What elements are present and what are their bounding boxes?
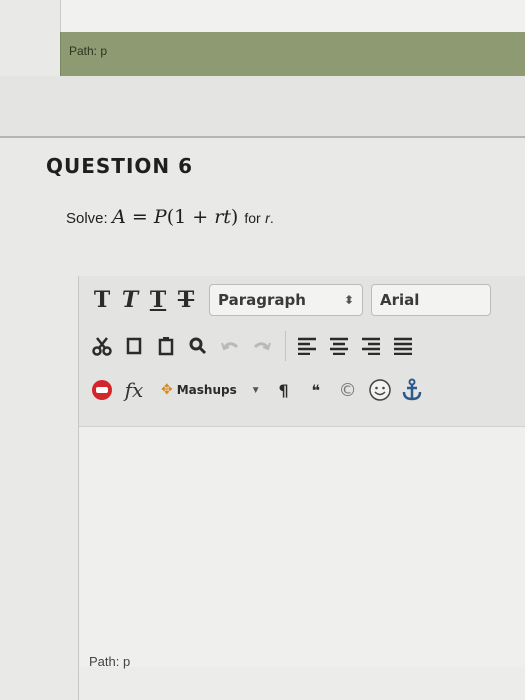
question-text: Solve: A = P(1 + rt) for r.	[66, 206, 274, 228]
quote-icon[interactable]: ❝	[301, 375, 331, 405]
font-select-value: Arial	[380, 291, 420, 309]
question-title: QUESTION 6	[46, 154, 194, 178]
answer-editor: T T T T Paragraph ⬍ Arial fx ✥ Mashups ▼…	[78, 276, 525, 700]
toolbar-row-2	[79, 328, 420, 364]
copy-icon[interactable]	[119, 331, 149, 361]
emoticon-icon[interactable]	[365, 375, 395, 405]
editor-toolbar: T T T T Paragraph ⬍ Arial fx ✥ Mashups ▼…	[79, 276, 525, 426]
pilcrow-icon[interactable]: ¶	[269, 375, 299, 405]
question-tail: for	[244, 210, 261, 226]
equation-p: P	[153, 206, 167, 228]
undo-icon[interactable]	[215, 331, 245, 361]
previous-path-label: Path: p	[69, 44, 108, 58]
mashups-icon: ✥	[161, 382, 173, 398]
equation-close: )	[230, 206, 239, 228]
mashups-button[interactable]: ✥ Mashups	[155, 375, 243, 405]
previous-editor-path-bar: Path: p	[60, 32, 525, 76]
spellcheck-icon[interactable]	[87, 375, 117, 405]
question-period: .	[269, 210, 274, 226]
equation: A = P(1 + rt)	[112, 206, 244, 228]
redo-icon[interactable]	[247, 331, 277, 361]
select-arrows-icon: ⬍	[343, 293, 354, 307]
toolbar-row-1: T T T T Paragraph ⬍ Arial	[79, 282, 491, 318]
toolbar-separator	[285, 331, 286, 361]
align-right-icon[interactable]	[356, 331, 386, 361]
find-icon[interactable]	[183, 331, 213, 361]
paste-icon[interactable]	[151, 331, 181, 361]
equation-rt: rt	[214, 206, 231, 228]
equation-equals: =	[125, 206, 154, 228]
editor-path-label: Path: p	[89, 654, 131, 669]
bold-button[interactable]: T	[89, 285, 115, 315]
paragraph-select[interactable]: Paragraph ⬍	[209, 284, 363, 316]
math-equation-icon[interactable]: fx	[119, 375, 149, 405]
italic-button[interactable]: T	[117, 285, 143, 315]
strikethrough-button[interactable]: T	[173, 285, 199, 315]
mashups-dropdown-icon[interactable]: ▼	[251, 385, 261, 396]
toolbar-row-3: fx ✥ Mashups ▼ ¶ ❝ ©	[79, 372, 429, 408]
align-center-icon[interactable]	[324, 331, 354, 361]
align-left-icon[interactable]	[292, 331, 322, 361]
anchor-icon[interactable]	[397, 375, 427, 405]
editor-content-area[interactable]	[79, 426, 525, 667]
font-family-select[interactable]: Arial	[371, 284, 491, 316]
align-justify-icon[interactable]	[388, 331, 418, 361]
underline-button[interactable]: T	[145, 285, 171, 315]
mashups-label: Mashups	[176, 383, 237, 397]
copyright-icon[interactable]: ©	[333, 375, 363, 405]
cut-icon[interactable]	[87, 331, 117, 361]
equation-lhs: A	[112, 206, 126, 228]
section-gap	[0, 76, 525, 136]
paragraph-select-value: Paragraph	[218, 291, 306, 309]
equation-paren: (1 +	[166, 206, 215, 228]
question-lead: Solve:	[66, 210, 108, 227]
question-divider	[0, 136, 525, 138]
